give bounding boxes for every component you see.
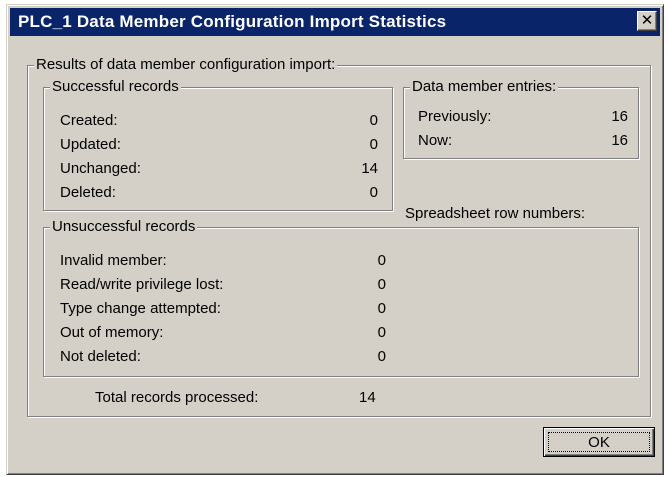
ok-button-label: OK [548, 432, 650, 452]
close-button[interactable]: ✕ [637, 11, 657, 31]
privilege-lost-label: Read/write privilege lost: [60, 276, 224, 293]
now-label: Now: [418, 132, 453, 149]
type-change-label: Type change attempted: [60, 300, 221, 317]
close-icon: ✕ [640, 12, 654, 29]
not-deleted-value: 0 [377, 348, 386, 365]
now-value: 16 [611, 132, 628, 149]
type-change-value: 0 [377, 300, 386, 317]
ok-button[interactable]: OK [543, 427, 655, 457]
created-label: Created: [60, 112, 118, 129]
title-bar[interactable]: PLC_1 Data Member Configuration Import S… [10, 8, 660, 36]
dialog-title: PLC_1 Data Member Configuration Import S… [18, 12, 447, 31]
unsuccessful-records-group: Unsuccessful records Invalid member: 0 R… [43, 218, 639, 377]
updated-value: 0 [369, 136, 378, 153]
successful-records-label: Successful records [50, 78, 181, 95]
previously-label: Previously: [418, 108, 492, 125]
unchanged-label: Unchanged: [60, 160, 141, 177]
created-value: 0 [369, 112, 378, 129]
unsuccessful-records-label: Unsuccessful records [50, 218, 198, 235]
invalid-member-label: Invalid member: [60, 252, 167, 269]
successful-records-group: Successful records Created: 0 Updated: 0… [43, 78, 393, 211]
out-of-memory-label: Out of memory: [60, 324, 164, 341]
data-member-entries-group: Data member entries: Previously: 16 Now:… [403, 78, 639, 159]
data-member-entries-label: Data member entries: [410, 78, 559, 95]
out-of-memory-value: 0 [377, 324, 386, 341]
updated-label: Updated: [60, 136, 121, 153]
results-group-label: Results of data member configuration imp… [34, 56, 338, 73]
deleted-value: 0 [369, 184, 378, 201]
unchanged-value: 14 [361, 160, 378, 177]
spreadsheet-row-numbers-label: Spreadsheet row numbers: [405, 205, 586, 222]
deleted-label: Deleted: [60, 184, 116, 201]
not-deleted-label: Not deleted: [60, 348, 141, 365]
total-records-label: Total records processed: [95, 389, 259, 406]
import-statistics-dialog: PLC_1 Data Member Configuration Import S… [6, 4, 664, 475]
invalid-member-value: 0 [377, 252, 386, 269]
previously-value: 16 [611, 108, 628, 125]
total-records-value: 14 [359, 389, 376, 406]
privilege-lost-value: 0 [377, 276, 386, 293]
